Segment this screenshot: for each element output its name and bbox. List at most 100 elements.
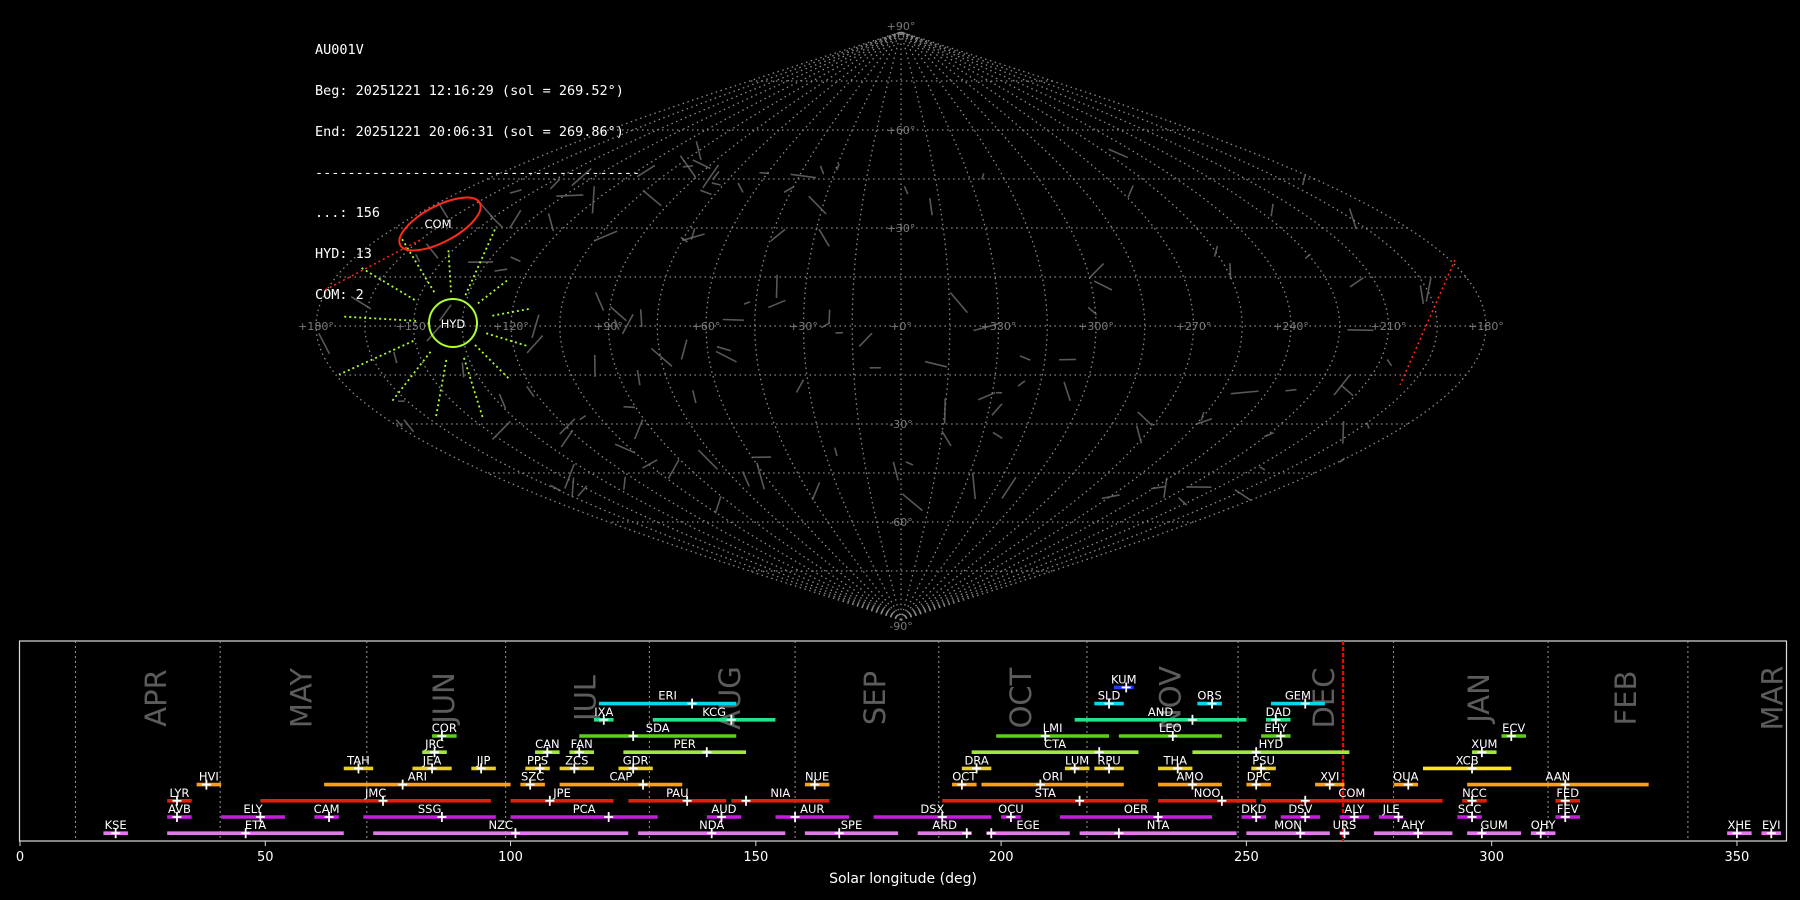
meteor-trail: [1304, 253, 1312, 260]
shower-label-sld: SLD: [1098, 689, 1121, 703]
hyd-trail: [477, 278, 510, 305]
meteor-trail: [695, 141, 702, 161]
meteor-trail: [743, 301, 751, 305]
shower-label-fev: FEV: [1557, 802, 1579, 816]
meteor-trail: [928, 198, 933, 216]
meteor-trail: [820, 322, 831, 329]
meteor-trail: [692, 159, 711, 170]
com-radiant-label: COM: [424, 217, 451, 231]
shower-label-xhe: XHE: [1727, 818, 1751, 832]
meteor-trail: [790, 173, 817, 179]
meteor-trail: [941, 430, 952, 447]
lon-tick-label: +120°: [493, 320, 529, 333]
meteor-trail: [1419, 285, 1425, 304]
meteor-trail: [579, 414, 587, 421]
shower-label-fan: FAN: [571, 737, 593, 751]
meteor-trail: [892, 461, 899, 481]
meteor-trail: [1088, 263, 1105, 279]
meteor-trail: [509, 189, 522, 194]
shower-label-cta: CTA: [1044, 737, 1066, 751]
shower-label-cap: CAP: [610, 770, 633, 784]
meteor-trail: [1017, 380, 1026, 387]
meteor-trail: [509, 209, 522, 229]
meteor-trail: [1342, 421, 1345, 444]
lon-tick-label: +240°: [1273, 320, 1309, 333]
shower-label-jrc: JRC: [424, 737, 444, 751]
meteor-trail: [858, 332, 873, 348]
meteor-trail: [715, 350, 737, 363]
x-tick-label: 250: [1234, 850, 1259, 865]
meteor-trail: [526, 335, 544, 354]
meteor-trail: [971, 472, 977, 500]
meteor-trail: [756, 462, 766, 490]
x-tick-label: 350: [1725, 850, 1750, 865]
meteor-trail: [641, 459, 658, 469]
shower-label-szc: SZC: [521, 770, 544, 784]
meteor-trail: [811, 482, 821, 501]
shower-label-lmi: LMI: [1043, 721, 1063, 735]
shower-label-xcb: XCB: [1456, 753, 1479, 767]
lon-tick-label: +300°: [1078, 320, 1114, 333]
shower-label-ixa: IXA: [594, 705, 613, 719]
meteor-trail: [1366, 422, 1370, 429]
meteor-trail: [1108, 148, 1129, 159]
meteor-trail: [759, 171, 770, 175]
shower-label-kcg: KCG: [702, 705, 726, 719]
meteor-trail: [903, 185, 909, 195]
month-label: FEB: [1609, 671, 1643, 726]
shower-label-hyd: HYD: [1259, 737, 1284, 751]
meteor-trail: [943, 398, 946, 424]
meteor-trail: [737, 182, 744, 193]
meteor-trail: [1213, 245, 1219, 257]
shower-label-tha: THA: [1162, 753, 1187, 767]
meteor-trail: [350, 295, 372, 310]
hyd-trail: [435, 359, 448, 417]
meteor-trail: [1285, 388, 1297, 392]
shower-label-sta: STA: [1035, 786, 1056, 800]
shower-label-leo: LEO: [1159, 721, 1182, 735]
shower-label-ncc: NCC: [1462, 786, 1487, 800]
meteor-trail: [828, 309, 831, 324]
lat-tick-label: -60°: [889, 516, 912, 529]
meteor-trail: [549, 178, 561, 190]
month-label: JAN: [1462, 673, 1496, 725]
meteor-trail: [1063, 381, 1071, 402]
meteor-trail: [818, 228, 830, 247]
meteor-trail: [949, 292, 969, 314]
lat-tick-label: -30°: [889, 418, 912, 431]
meteor-trail: [547, 213, 555, 232]
meteor-trail: [1093, 280, 1113, 291]
meteor-trail: [783, 186, 794, 193]
month-label: SEP: [858, 671, 892, 725]
meteor-trail: [571, 477, 575, 497]
shower-label-nue: NUE: [805, 770, 829, 784]
lon-tick-label: +150°: [396, 320, 432, 333]
meteor-trail: [924, 360, 948, 368]
shower-label-dra: DRA: [964, 753, 988, 767]
meteor-trail: [622, 476, 627, 490]
meteor-trail: [591, 186, 596, 214]
shower-label-lum: LUM: [1065, 753, 1089, 767]
x-tick-label: 50: [257, 850, 274, 865]
shower-label-jpe: JPE: [552, 786, 571, 800]
shower-label-nia: NIA: [770, 786, 790, 800]
meteor-trail: [318, 333, 331, 355]
meteor-trail: [414, 253, 421, 263]
meteor-trail: [1259, 466, 1266, 471]
meteor-trail: [642, 189, 662, 207]
shower-label-jip: JIP: [476, 753, 491, 767]
meteor-trail: [1333, 374, 1351, 396]
month-label: MAY: [284, 668, 318, 729]
x-tick-label: 0: [16, 850, 24, 865]
hyd-trail: [492, 307, 531, 317]
meteor-trail: [834, 447, 838, 457]
shower-label-can: CAN: [535, 737, 560, 751]
month-label: JUN: [427, 672, 461, 725]
meteor-trail: [498, 393, 507, 409]
shower-label-pps: PPS: [527, 753, 548, 767]
meteor-trail: [510, 256, 521, 263]
shower-label-scc: SCC: [1458, 802, 1481, 816]
meteor-trail: [1127, 185, 1134, 198]
shower-label-tah: TAH: [346, 753, 370, 767]
meteor-trail: [1234, 489, 1252, 502]
